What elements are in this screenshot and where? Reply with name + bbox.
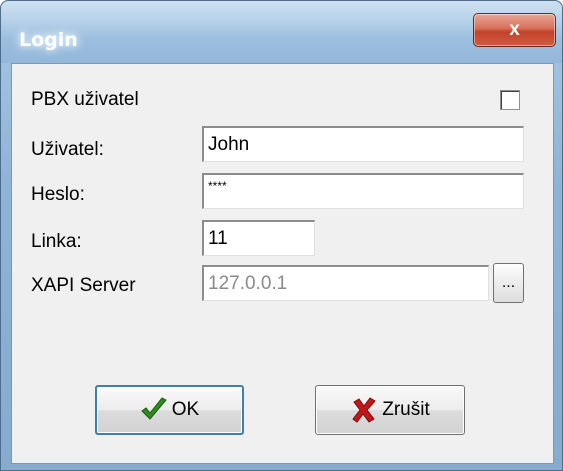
password-input[interactable]: **** <box>202 173 524 209</box>
cancel-button[interactable]: Zrušit <box>315 385 465 435</box>
checkmark-icon <box>140 396 168 424</box>
dialog-client-area <box>11 63 554 464</box>
browse-server-button[interactable]: ... <box>493 263 524 303</box>
pbx-user-checkbox[interactable] <box>500 90 520 110</box>
ok-button[interactable]: OK <box>95 385 244 435</box>
user-label: Uživatel: <box>31 139 104 160</box>
line-label: Linka: <box>31 231 82 252</box>
close-button[interactable]: x <box>473 13 556 47</box>
line-input[interactable]: 11 <box>202 220 315 256</box>
ok-label: OK <box>171 399 200 420</box>
user-input[interactable]: John <box>202 126 524 162</box>
xapi-server-label: XAPI Server <box>31 275 136 296</box>
cancel-label: Zrušit <box>382 399 430 420</box>
window-title: Login <box>19 29 78 51</box>
password-label: Heslo: <box>31 184 85 205</box>
pbx-user-label: PBX uživatel <box>31 89 139 110</box>
xapi-server-input[interactable]: 127.0.0.1 <box>202 265 489 301</box>
title-bar[interactable]: Login x <box>1 1 562 63</box>
login-dialog: Login x PBX uživatel Uživatel: John Hesl… <box>0 0 563 471</box>
close-icon: x <box>509 19 520 40</box>
x-mark-icon <box>350 396 378 424</box>
